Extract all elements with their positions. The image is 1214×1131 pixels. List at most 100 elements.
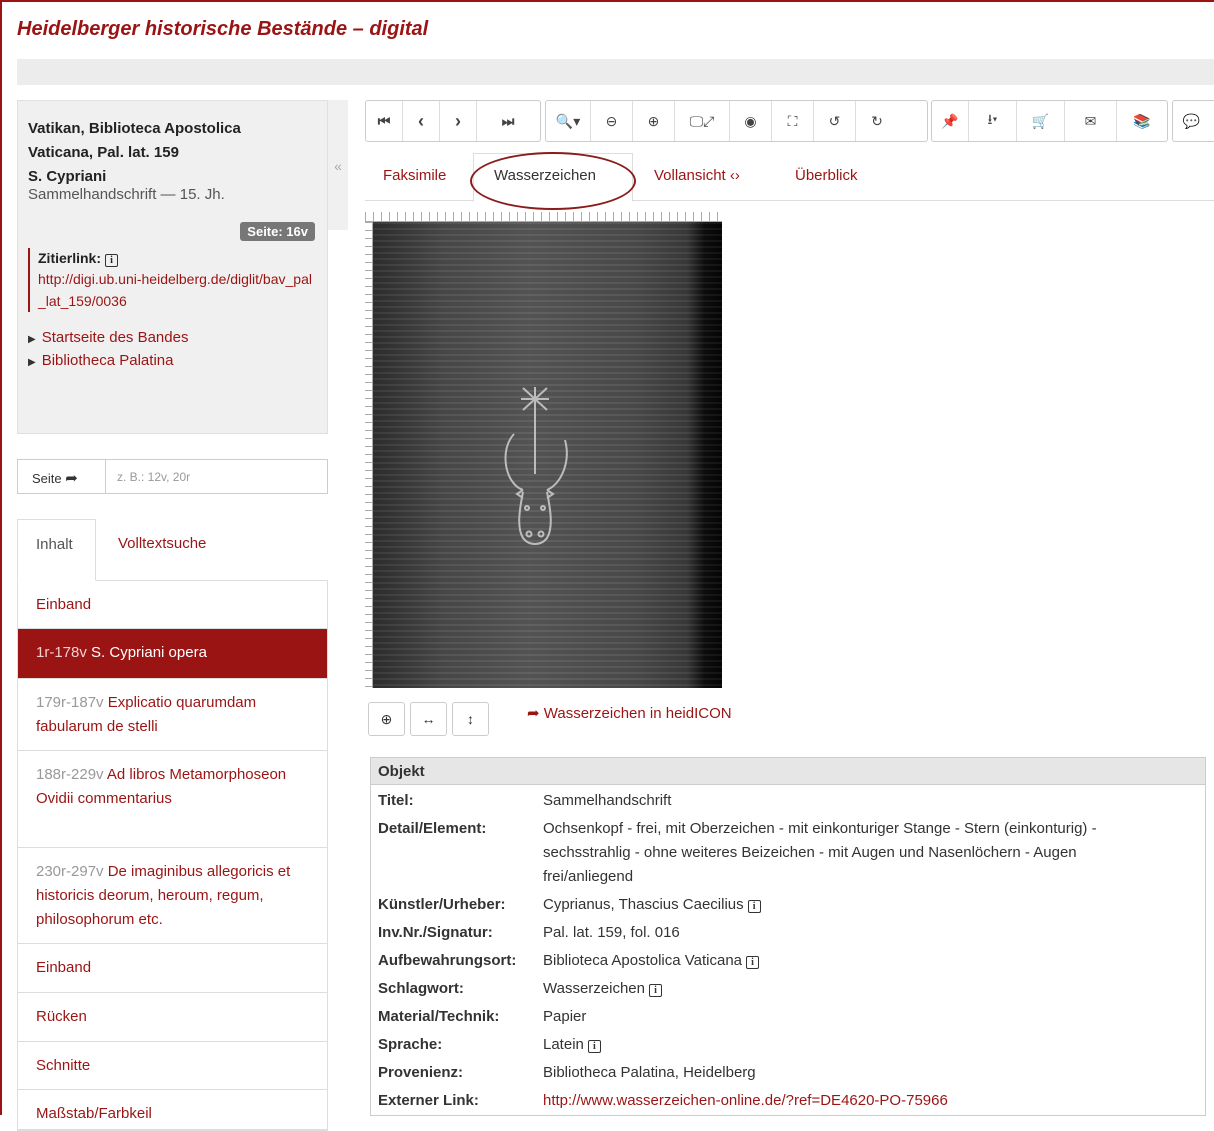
- first-page-button[interactable]: ⏮: [366, 101, 403, 141]
- skip-last-icon: ⏭: [501, 112, 515, 129]
- toc-item[interactable]: 230r-297v De imaginibus allegoricis et h…: [18, 848, 327, 944]
- next-page-button[interactable]: ›: [440, 101, 477, 141]
- volume-start-label: Startseite des Bandes: [41, 329, 189, 346]
- zoom-in-button[interactable]: ⊕: [633, 101, 675, 141]
- table-row: Detail/Element: Ochsenkopf - frei, mit Ob…: [371, 815, 1205, 891]
- toc-item[interactable]: Schnitte: [18, 1042, 327, 1090]
- toc-item[interactable]: 188r-229v Ad libros Metamorphoseon Ovidi…: [18, 751, 327, 848]
- metadata-header: Objekt: [371, 758, 1205, 785]
- row-value: Bibliotheca Palatina, Heidelberg: [543, 1064, 756, 1081]
- ruler-top: [365, 212, 722, 222]
- toc-item[interactable]: Maßstab/Farbkeil: [18, 1090, 327, 1130]
- page-jump-label: Seite: [32, 471, 62, 486]
- toc-item[interactable]: Einband: [18, 944, 327, 993]
- tab-inhalt[interactable]: Inhalt: [17, 519, 96, 581]
- external-link[interactable]: http://www.wasserzeichen-online.de/?ref=…: [543, 1089, 1198, 1113]
- view-button[interactable]: ◉: [730, 101, 772, 141]
- tab-vollansicht[interactable]: Vollansicht ‹›: [654, 167, 740, 184]
- toc-item-title: S. Cypriani opera: [91, 644, 207, 661]
- page-jump: Seite ➦: [17, 459, 328, 494]
- skip-first-icon: ⏮: [377, 112, 391, 129]
- info-icon[interactable]: i: [747, 900, 761, 913]
- page-badge: Seite: 16v: [240, 222, 315, 241]
- horizontal-arrows-icon: ↔: [421, 711, 436, 727]
- search-book-button[interactable]: 📚: [1117, 101, 1167, 141]
- manuscript-info-panel: Vatikan, Biblioteca Apostolica Vaticana,…: [17, 100, 328, 434]
- sidebar-tabs: Inhalt Volltextsuche: [17, 519, 328, 581]
- toc-item-active[interactable]: 1r-178v S. Cypriani opera: [18, 629, 327, 679]
- info-icon[interactable]: i: [105, 254, 119, 267]
- zoom-out-button[interactable]: ⊖: [591, 101, 633, 141]
- rotate-left-icon: ↺: [828, 112, 841, 129]
- download-icon: ⭳▾: [987, 111, 998, 127]
- manuscript-title: Vatikan, Biblioteca Apostolica Vaticana,…: [28, 117, 241, 189]
- row-key: Detail/Element:: [378, 820, 487, 837]
- watermark-ox-head-icon: [504, 387, 568, 545]
- table-row: Material/Technik: Papier: [371, 1003, 1205, 1031]
- collapse-sidebar-button[interactable]: «: [328, 100, 348, 230]
- citation-block: Zitierlink: i http://digi.ub.uni-heidelbe…: [28, 248, 318, 312]
- breadcrumb-bar: [17, 59, 1214, 85]
- share-arrow-icon: ➦: [527, 705, 540, 722]
- fit-screen-button[interactable]: 🖵⤢: [675, 101, 730, 141]
- vertical-arrows-icon: ↕: [467, 711, 474, 727]
- row-key: Titel:: [378, 792, 414, 809]
- image-zoom-button[interactable]: ⊕: [368, 702, 405, 736]
- actions-group: 📌 ⭳▾ 🛒 ✉ 📚: [931, 100, 1168, 142]
- cart-button[interactable]: 🛒: [1017, 101, 1065, 141]
- table-of-contents: Einband 1r-178v S. Cypriani opera 179r-1…: [17, 580, 328, 1131]
- row-value-text: Biblioteca Apostolica Vaticana: [543, 952, 743, 969]
- row-key: Provenienz:: [378, 1064, 464, 1081]
- page-jump-input[interactable]: [107, 460, 327, 493]
- email-button[interactable]: ✉: [1065, 101, 1117, 141]
- citation-url-link[interactable]: http://digi.ub.uni-heidelberg.de/diglit/…: [38, 268, 318, 312]
- zoom-menu-icon: 🔍▾: [555, 112, 581, 129]
- envelope-icon: ✉: [1084, 112, 1097, 129]
- rotate-right-icon: ↻: [871, 112, 883, 129]
- toc-item[interactable]: Einband: [18, 581, 327, 629]
- table-row: Schlagwort: Wasserzeichen i: [371, 975, 1205, 1003]
- tab-ueberblick[interactable]: Überblick: [795, 167, 858, 184]
- last-page-button[interactable]: ⏭: [477, 101, 539, 141]
- toc-item-title: Einband: [36, 596, 92, 613]
- prev-page-button[interactable]: ‹: [403, 101, 440, 141]
- watermark-image[interactable]: [373, 222, 722, 688]
- download-button[interactable]: ⭳▾: [969, 101, 1017, 141]
- comments-group: 💬: [1172, 100, 1214, 142]
- site-title[interactable]: Heidelberger historische Bestände – digi…: [17, 18, 428, 41]
- row-key: Aufbewahrungsort:: [378, 952, 517, 969]
- row-key: Inv.Nr./Signatur:: [378, 924, 493, 941]
- zoom-group: 🔍▾ ⊖ ⊕ 🖵⤢ ◉ ⛶ ↺ ↻: [545, 100, 928, 142]
- row-value-text: Wasserzeichen: [543, 980, 645, 997]
- toc-item-title: Schnitte: [36, 1057, 91, 1074]
- row-value: Ochsenkopf - frei, mit Oberzeichen - mit…: [543, 820, 1097, 885]
- rotate-right-button[interactable]: ↻: [856, 101, 898, 141]
- bibliotheca-palatina-link[interactable]: ▶ Bibliotheca Palatina: [28, 352, 173, 369]
- rotate-left-button[interactable]: ↺: [814, 101, 856, 141]
- cart-icon: 🛒: [1031, 112, 1050, 129]
- eye-icon: ◉: [744, 112, 757, 129]
- comment-button[interactable]: 💬: [1173, 101, 1210, 141]
- fit-height-button[interactable]: ↕: [452, 702, 489, 736]
- row-value: Sammelhandschrift: [543, 792, 672, 809]
- page-jump-button[interactable]: Seite ➦: [18, 460, 106, 493]
- toc-item[interactable]: Rücken: [18, 993, 327, 1042]
- toc-item-pages: 1r-178v: [36, 644, 87, 661]
- info-icon[interactable]: i: [746, 956, 760, 969]
- tab-volltextsuche[interactable]: Volltextsuche: [100, 519, 224, 581]
- toc-item[interactable]: 179r-187v Explicatio quarumdam fabularum…: [18, 679, 327, 751]
- zoom-dropdown-button[interactable]: 🔍▾: [546, 101, 591, 141]
- toc-item-pages: 179r-187v: [36, 694, 104, 711]
- info-icon[interactable]: i: [587, 1040, 601, 1053]
- volume-start-link[interactable]: ▶ Startseite des Bandes: [28, 329, 188, 346]
- fit-width-button[interactable]: ↔: [410, 702, 447, 736]
- info-icon[interactable]: i: [648, 984, 662, 997]
- fullscreen-icon: ⛶: [787, 112, 798, 129]
- tab-faksimile[interactable]: Faksimile: [383, 167, 446, 184]
- fullscreen-button[interactable]: ⛶: [772, 101, 814, 141]
- pin-button[interactable]: 📌: [932, 101, 969, 141]
- manuscript-subtitle: Sammelhandschrift — 15. Jh.: [28, 186, 225, 203]
- heidicon-link[interactable]: ➦ Wasserzeichen in heidICON: [527, 704, 732, 722]
- zoom-in-icon: ⊕: [647, 112, 660, 129]
- zoom-out-icon: ⊖: [605, 112, 618, 129]
